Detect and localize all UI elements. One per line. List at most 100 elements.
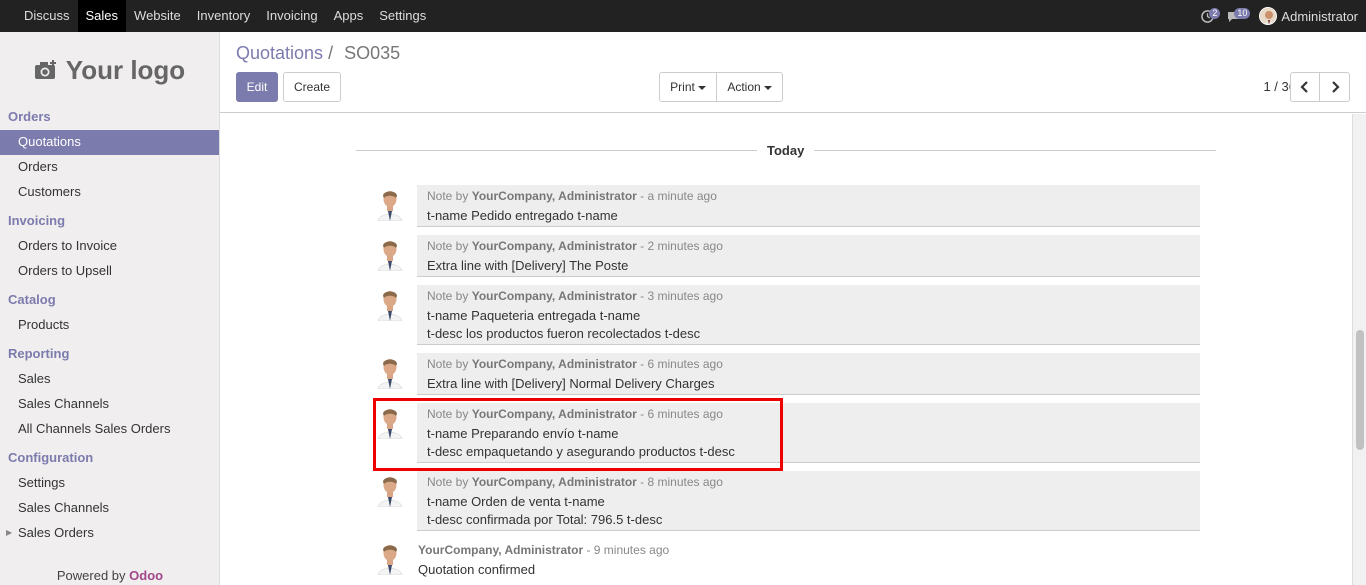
- powered-by-label: Powered by: [56, 568, 126, 583]
- breadcrumb-current: SO035: [344, 43, 401, 63]
- message-body: Note by YourCompany, Administrator - 3 m…: [417, 285, 1200, 345]
- message-author[interactable]: YourCompany, Administrator: [472, 239, 637, 253]
- print-dropdown[interactable]: Print: [659, 72, 717, 102]
- message-header: Note by YourCompany, Administrator - 8 m…: [427, 474, 1190, 490]
- message-type-label: Note by: [427, 189, 472, 203]
- message-text: t-desc confirmada por Total: 796.5 t-des…: [427, 512, 663, 527]
- sidebar-item-label: Sales Orders: [18, 525, 94, 540]
- sidebar-item-orders-to-upsell[interactable]: Orders to Upsell: [0, 259, 219, 284]
- message-header: YourCompany, Administrator - 9 minutes a…: [418, 542, 1190, 558]
- message-author[interactable]: YourCompany, Administrator: [472, 189, 637, 203]
- menu-settings[interactable]: Settings: [371, 0, 434, 32]
- menu-apps[interactable]: Apps: [326, 0, 372, 32]
- sidebar-item-sales-orders[interactable]: ▶ Sales Orders: [0, 521, 219, 546]
- chatter-message: Note by YourCompany, Administrator - 3 m…: [374, 285, 1200, 345]
- sidebar-item-settings[interactable]: Settings: [0, 471, 219, 496]
- message-header: Note by YourCompany, Administrator - a m…: [427, 188, 1190, 204]
- message-type-label: Note by: [427, 357, 472, 371]
- message-body: YourCompany, Administrator - 9 minutes a…: [417, 539, 1200, 579]
- message-text: Extra line with [Delivery] Normal Delive…: [427, 376, 715, 391]
- message-type-label: Note by: [427, 475, 472, 489]
- sidebar-item-reporting-sales[interactable]: Sales: [0, 367, 219, 392]
- sidebar-item-products[interactable]: Products: [0, 313, 219, 338]
- message-author[interactable]: YourCompany, Administrator: [472, 357, 637, 371]
- message-type-label: Note by: [427, 239, 472, 253]
- menu-discuss[interactable]: Discuss: [16, 0, 78, 32]
- user-menu[interactable]: Administrator: [1259, 7, 1358, 25]
- activity-count-badge: 2: [1209, 8, 1221, 19]
- message-author[interactable]: YourCompany, Administrator: [472, 289, 637, 303]
- odoo-link[interactable]: Odoo: [129, 568, 163, 583]
- highlight-box: [373, 398, 783, 471]
- section-invoicing: Invoicing: [8, 213, 66, 228]
- message-time: - a minute ago: [636, 189, 717, 203]
- message-text: t-name Orden de venta t-name: [427, 494, 605, 509]
- app-menu: Discuss Sales Website Inventory Invoicin…: [16, 0, 434, 32]
- chatter-area: Today Note by YourCompany, Administrator…: [220, 114, 1366, 585]
- author-avatar[interactable]: [374, 541, 406, 575]
- message-header: Note by YourCompany, Administrator - 2 m…: [427, 238, 1190, 254]
- vertical-scrollbar[interactable]: [1352, 114, 1366, 585]
- control-panel: Quotations / SO035 Edit Create Print Act…: [220, 32, 1366, 113]
- pager-previous-button[interactable]: [1290, 72, 1320, 102]
- caret-right-icon: ▶: [6, 528, 13, 537]
- sidebar-item-all-channels-sales-orders[interactable]: All Channels Sales Orders: [0, 417, 219, 442]
- action-dropdown[interactable]: Action: [716, 72, 783, 102]
- message-text: t-name Paqueteria entregada t-name: [427, 308, 641, 323]
- camera-icon: [34, 60, 56, 79]
- menu-sales[interactable]: Sales: [77, 0, 127, 32]
- message-time: - 6 minutes ago: [636, 357, 723, 371]
- chatter-message: Note by YourCompany, Administrator - 2 m…: [374, 235, 1200, 277]
- caret-down-icon: [697, 85, 706, 90]
- section-orders: Orders: [8, 109, 51, 124]
- author-avatar[interactable]: [374, 187, 406, 221]
- company-logo[interactable]: Your logo: [0, 32, 219, 108]
- print-label: Print: [670, 80, 695, 94]
- section-configuration: Configuration: [8, 450, 94, 465]
- message-time: - 8 minutes ago: [636, 475, 723, 489]
- chevron-right-icon: [1331, 81, 1340, 93]
- sidebar-item-orders-to-invoice[interactable]: Orders to Invoice: [0, 234, 219, 259]
- message-body: Note by YourCompany, Administrator - 6 m…: [417, 353, 1200, 395]
- sidebar: Your logo Orders Quotations Orders Custo…: [0, 32, 220, 585]
- message-text: t-name Pedido entregado t-name: [427, 208, 618, 223]
- messages-count-badge: 10: [1234, 8, 1251, 19]
- message-body: Note by YourCompany, Administrator - a m…: [417, 185, 1200, 227]
- chatter-message: Note by YourCompany, Administrator - 6 m…: [374, 353, 1200, 395]
- edit-button[interactable]: Edit: [236, 72, 278, 102]
- user-name: Administrator: [1281, 8, 1358, 24]
- user-avatar: [1259, 7, 1278, 25]
- chevron-left-icon: [1300, 81, 1308, 93]
- activity-button[interactable]: 2: [1201, 8, 1221, 23]
- scrollbar-thumb[interactable]: [1356, 330, 1364, 450]
- sidebar-item-quotations[interactable]: Quotations: [0, 130, 219, 155]
- message-time: - 3 minutes ago: [636, 289, 723, 303]
- action-label: Action: [727, 80, 761, 94]
- author-avatar[interactable]: [374, 237, 406, 271]
- breadcrumb: Quotations / SO035: [236, 43, 400, 64]
- menu-invoicing[interactable]: Invoicing: [258, 0, 325, 32]
- message-text: Quotation confirmed: [418, 562, 536, 577]
- sidebar-item-orders[interactable]: Orders: [0, 155, 219, 180]
- message-text: t-desc los productos fueron recolectados…: [427, 326, 701, 341]
- message-author[interactable]: YourCompany, Administrator: [418, 543, 583, 557]
- caret-down-icon: [763, 85, 772, 90]
- author-avatar[interactable]: [374, 287, 406, 321]
- message-author[interactable]: YourCompany, Administrator: [472, 475, 637, 489]
- chatter-message: YourCompany, Administrator - 9 minutes a…: [374, 539, 1200, 579]
- messages-button[interactable]: 10: [1227, 8, 1251, 23]
- breadcrumb-quotations[interactable]: Quotations: [236, 43, 323, 63]
- message-header: Note by YourCompany, Administrator - 3 m…: [427, 288, 1190, 304]
- create-button[interactable]: Create: [283, 72, 341, 102]
- chatter-message: Note by YourCompany, Administrator - 8 m…: [374, 471, 1200, 531]
- sidebar-item-config-sales-channels[interactable]: Sales Channels: [0, 496, 219, 521]
- pager-next-button[interactable]: [1319, 72, 1350, 102]
- menu-inventory[interactable]: Inventory: [189, 0, 258, 32]
- message-time: - 9 minutes ago: [583, 543, 670, 557]
- sidebar-item-customers[interactable]: Customers: [0, 180, 219, 205]
- author-avatar[interactable]: [374, 473, 406, 507]
- section-reporting: Reporting: [8, 346, 70, 361]
- menu-website[interactable]: Website: [126, 0, 189, 32]
- author-avatar[interactable]: [374, 355, 406, 389]
- sidebar-item-reporting-sales-channels[interactable]: Sales Channels: [0, 392, 219, 417]
